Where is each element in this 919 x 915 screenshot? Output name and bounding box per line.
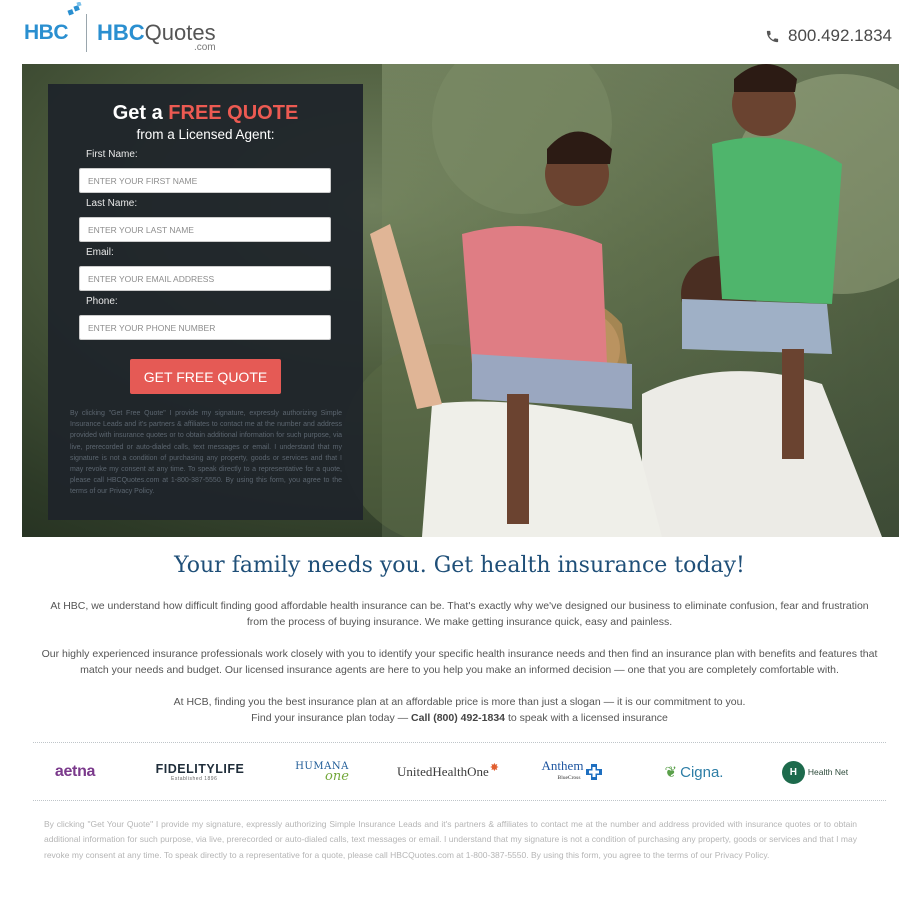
first-name-label: First Name: [86,149,138,160]
uho-star-icon: ✸ [489,761,499,774]
hbc-logo[interactable]: HBC HBCQuotes .com [24,2,216,54]
health-net-mark-icon: H [781,760,805,784]
last-name-label: Last Name: [86,198,138,209]
professionals-paragraph: Our highly experienced insurance profess… [41,648,878,676]
phone-input[interactable] [79,315,331,340]
page-headline: Your family needs you. Get health insura… [174,553,745,578]
health-net-logo: H Health Net [779,752,851,792]
logo-dots-icon [67,2,82,16]
logo-hbcquotes: HBCQuotes .com [97,20,216,53]
divider-top [33,742,886,743]
quote-form: Get a FREE QUOTE from a Licensed Agent: … [48,84,363,520]
intro-paragraph: At HBC, we understand how difficult find… [50,600,869,628]
form-title: Get a FREE QUOTE [112,102,299,124]
form-disclaimer: By clicking "Get Free Quote" I provide m… [70,410,342,496]
cigna-logo: ❦ Cigna. [664,763,724,782]
divider-bottom [33,800,886,801]
get-free-quote-button[interactable]: GET FREE QUOTE [130,359,281,394]
humana-one-logo: HUMANA one [295,760,349,784]
last-name-input[interactable] [79,217,331,242]
unitedhealthone-logo: UnitedHealthOne ✸ [397,761,499,780]
commitment-paragraph: At HCB, finding you the best insurance p… [173,696,746,724]
site-header: HBC HBCQuotes .com 800.492.1834 [0,0,919,64]
logo-divider [86,14,87,52]
logo-hbc-mark: HBC [24,21,69,44]
email-label: Email: [86,247,114,258]
email-input[interactable] [79,266,331,291]
aetna-logo: aetna [54,763,96,780]
partner-logos: aetna FIDELITYLIFE Established 1896 HUMA… [33,752,886,792]
phone-label: Phone: [86,296,118,307]
phone-icon [766,30,779,42]
call-link[interactable]: Call (800) 492-1834 [411,712,505,724]
cigna-tree-icon: ❦ [664,764,678,781]
form-subtitle: from a Licensed Agent: [136,127,275,142]
phone-number: 800.492.1834 [788,26,892,45]
fidelity-life-logo: FIDELITYLIFE Established 1896 [155,762,245,782]
first-name-input[interactable] [79,168,331,193]
bluecross-icon [586,764,603,780]
footer-disclaimer: By clicking "Get Your Quote" I provide m… [44,819,857,860]
header-phone[interactable]: 800.492.1834 [765,26,892,46]
anthem-bluecross-logo: Anthem BlueCross [533,752,611,792]
